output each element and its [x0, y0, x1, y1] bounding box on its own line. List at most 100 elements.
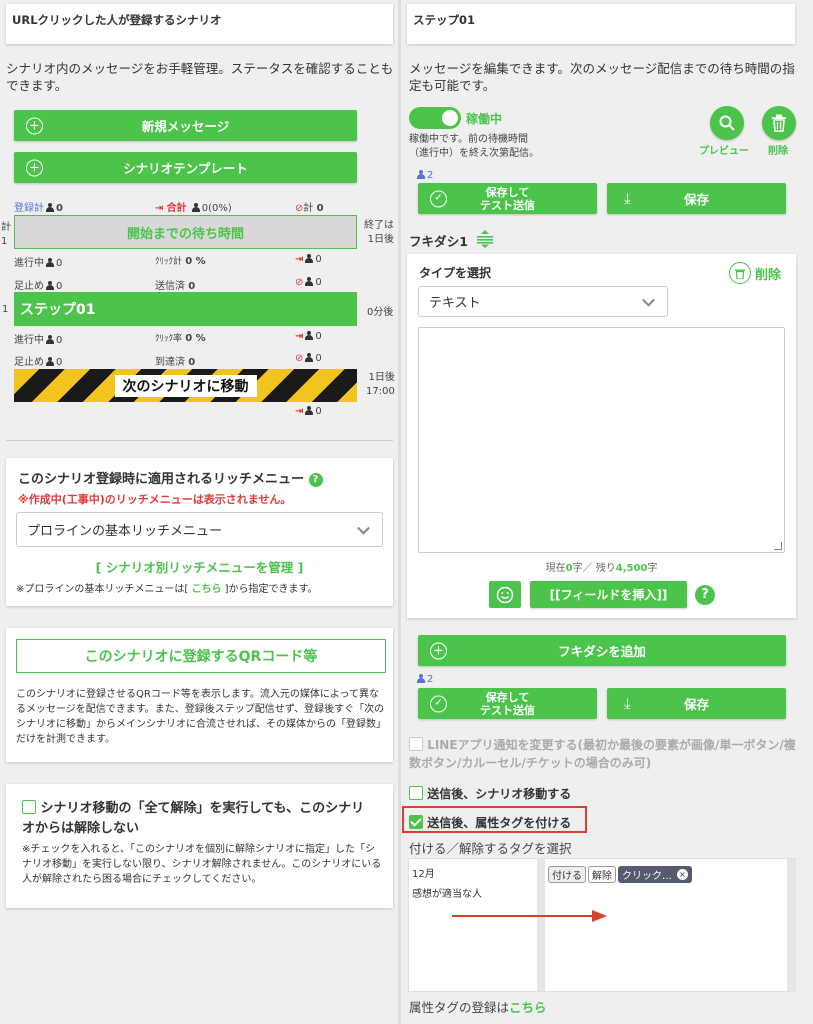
progress-stat: 進行中 0 [14, 258, 63, 269]
wait-end: 終了は 1日後 [364, 220, 394, 245]
rich-menu-select[interactable]: プロラインの基本リッチメニュー [16, 512, 383, 547]
type-label: タイプを選択 [419, 266, 492, 280]
message-textarea[interactable] [418, 327, 785, 553]
next-scenario-time: 1日後 17:00 [366, 372, 395, 397]
active-toggle[interactable] [409, 107, 461, 129]
add-fukidashi-label: フキダシを追加 [558, 644, 646, 659]
user-count: 2 [415, 170, 433, 181]
save-button[interactable]: ⤓ 保存 [607, 183, 786, 214]
tag-list-item[interactable]: 12月 [412, 865, 435, 880]
exit-stat: ⇥ 0 [295, 254, 322, 265]
insert-field-button[interactable]: [[フィールドを挿入]] [530, 581, 687, 608]
type-select-value: テキスト [429, 296, 481, 311]
wait-count: 計 1 [1, 222, 11, 247]
save-test-send-button-2[interactable]: ✓ 保存して テスト送信 [418, 688, 597, 719]
panel-divider [398, 0, 401, 1024]
sent-stat: 送信済 0 [155, 281, 196, 292]
status-note: 稼働中です。前の待機時間 （進行中）を終え次第配信。 [409, 134, 539, 159]
after-send-tag-checkbox[interactable] [409, 815, 423, 829]
step-01-bar[interactable]: ステップ01 [14, 292, 357, 326]
unregister-card: シナリオ移動の「全て解除」を実行しても、このシナリオからは解除しない ※チェック… [6, 784, 393, 908]
scenario-description: シナリオ内のメッセージをお手軽管理。ステータスを確認することもできます。 [6, 61, 394, 93]
exit-icon: ⇥ [295, 254, 304, 265]
rich-menu-here-link[interactable]: こちら [191, 584, 221, 595]
wait-time-bar[interactable]: 開始までの待ち時間 [14, 215, 357, 249]
user-count: 2 [415, 674, 433, 685]
after-send-tag-option[interactable]: 送信後、属性タグを付ける [409, 814, 571, 831]
selected-tags-area[interactable]: 付ける 解除 クリック… × [545, 859, 787, 991]
plus-icon: + [430, 642, 447, 659]
unregister-option[interactable]: シナリオ移動の「全て解除」を実行しても、このシナリオからは解除しない [22, 799, 367, 839]
emoji-button[interactable] [489, 581, 521, 608]
plus-icon: + [26, 117, 43, 134]
step-header: ステップ01 [407, 4, 795, 44]
plus-icon: + [26, 159, 43, 176]
line-notify-checkbox[interactable] [409, 737, 423, 751]
chevron-down-icon [642, 293, 655, 307]
tag-list-item[interactable]: 感想が適当な人 [412, 885, 482, 900]
save-test-send-label: 保存して テスト送信 [480, 185, 535, 212]
rich-menu-manage-link[interactable]: [ シナリオ別リッチメニューを管理 ] [6, 557, 393, 576]
selected-tag-chip[interactable]: クリック… × [618, 866, 692, 883]
add-fukidashi-button[interactable]: + フキダシを追加 [418, 635, 786, 666]
after-send-move-label: 送信後、シナリオ移動する [427, 787, 572, 801]
tag-selector: 12月 感想が適当な人 付ける 解除 クリック… × [408, 858, 796, 992]
save-test-send-button[interactable]: ✓ 保存して テスト送信 [418, 183, 597, 214]
exit-stat: ⇥ 0 [295, 331, 322, 342]
line-notify-option[interactable]: LINEアプリ通知を変更する(最初か最後の要素が画像/単一ボタン/複数ボタン/カ… [409, 736, 804, 772]
resize-handle-icon[interactable] [774, 542, 782, 550]
save-label: 保存 [683, 192, 709, 207]
trash-icon [772, 114, 786, 132]
tag-add-button[interactable]: 付ける [548, 866, 586, 883]
after-send-move-checkbox[interactable] [409, 786, 423, 800]
exit-total: ⇥ 合計 0(0%) [155, 203, 232, 214]
next-scenario-bar[interactable]: 次のシナリオに移動 [14, 369, 357, 402]
qr-description: このシナリオに登録させるQRコード等を表示します。流入元の媒体によって異なるメッ… [16, 689, 386, 745]
qr-card: このシナリオに登録するQRコード等 このシナリオに登録させるQRコード等を表示し… [6, 628, 393, 762]
step-description: メッセージを編集できます。次のメッセージ配信までの待ち時間の指定も可能です。 [409, 61, 795, 93]
close-icon[interactable]: × [677, 869, 688, 880]
help-icon[interactable]: ? [695, 585, 715, 605]
type-select[interactable]: テキスト [418, 286, 668, 317]
tag-list-scrollbar[interactable] [537, 859, 545, 991]
rich-menu-select-value: プロラインの基本リッチメニュー [27, 524, 223, 539]
tag-register-link[interactable]: こちら [509, 1000, 547, 1015]
qr-code-button[interactable]: このシナリオに登録するQRコード等 [16, 639, 386, 673]
tag-remove-button[interactable]: 解除 [588, 866, 616, 883]
scenario-template-button[interactable]: + シナリオテンプレート [14, 152, 357, 183]
type-delete-button[interactable]: 削除 [729, 262, 781, 284]
message-card: タイプを選択 削除 テキスト 現在0字／ 残り4,500字 [[フィールドを挿入… [407, 254, 796, 618]
rich-menu-note: ※プロラインの基本リッチメニューは[ こちら ]から指定できます。 [16, 584, 318, 595]
selected-tags-scrollbar[interactable] [787, 859, 796, 991]
block-total: ⊘計 0 [295, 203, 324, 214]
check-circle-icon: ✓ [430, 190, 447, 207]
step-delay: 0分後 [367, 307, 394, 318]
exit-icon: ⇥ [295, 406, 304, 417]
progress-stat: 進行中 0 [14, 335, 63, 346]
ban-stat: ⊘ 0 [295, 277, 322, 288]
ban-stat: ⊘ 0 [295, 353, 322, 364]
save-test-send-label: 保存して テスト送信 [480, 690, 535, 717]
ban-icon: ⊘ [295, 277, 304, 288]
save-label: 保存 [683, 697, 709, 712]
preview-button[interactable] [710, 106, 744, 140]
delete-label: 削除 [768, 146, 788, 157]
scenario-title: URLクリックした人が登録するシナリオ [12, 13, 222, 27]
toggle-knob [442, 110, 458, 126]
step-title: ステップ01 [413, 13, 476, 27]
preview-label: プレビュー [699, 146, 749, 157]
rich-menu-card: このシナリオ登録時に適用されるリッチメニュー ? ※作成中(工事中)のリッチメニ… [6, 458, 393, 606]
download-icon: ⤓ [624, 189, 631, 207]
new-message-button[interactable]: + 新規メッセージ [14, 110, 357, 141]
unregister-checkbox[interactable] [22, 800, 36, 814]
after-send-move-option[interactable]: 送信後、シナリオ移動する [409, 785, 571, 802]
help-icon[interactable]: ? [308, 473, 323, 487]
drag-handle-icon[interactable] [476, 230, 494, 248]
tag-list[interactable]: 12月 感想が適当な人 [409, 859, 537, 991]
registered-total: 登録計 0 [14, 203, 63, 214]
save-button-2[interactable]: ⤓ 保存 [607, 688, 786, 719]
exit-icon: ⇥ [155, 203, 164, 214]
unregister-label: シナリオ移動の「全て解除」を実行しても、このシナリオからは解除しない [22, 801, 365, 836]
stop-stat: 足止め 0 [14, 281, 63, 292]
delete-step-button[interactable] [762, 106, 796, 140]
